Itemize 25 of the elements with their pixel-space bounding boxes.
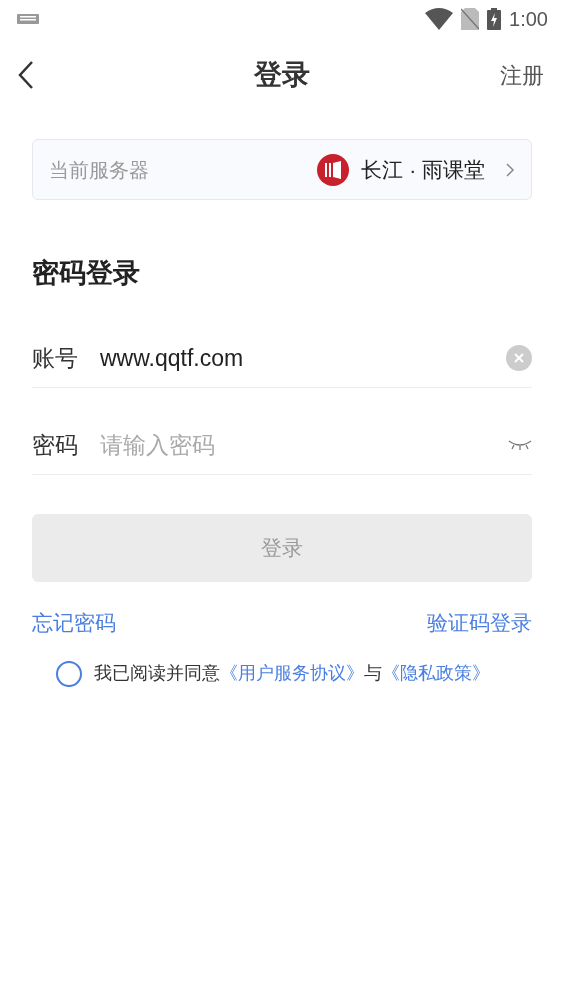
terms-link[interactable]: 《用户服务协议》 — [220, 663, 364, 683]
server-selector[interactable]: 当前服务器 长江 · 雨课堂 — [32, 139, 532, 200]
register-link[interactable]: 注册 — [500, 58, 544, 92]
battery-charging-icon — [487, 8, 502, 30]
field-label: 密码 — [32, 430, 79, 460]
back-icon[interactable] — [16, 60, 36, 90]
agreement-checkbox[interactable] — [56, 660, 82, 687]
code-login-link[interactable]: 验证码登录 — [427, 606, 532, 638]
password-field[interactable]: 请输入密码 — [100, 427, 508, 463]
no-sim-icon — [461, 8, 480, 30]
server-label: 当前服务器 — [49, 157, 149, 183]
wifi-icon — [425, 8, 454, 30]
account-field[interactable]: www.qqtf.com — [100, 340, 506, 376]
section-title: 密码登录 — [32, 257, 141, 290]
server-logo-icon — [317, 153, 350, 186]
forgot-password-link[interactable]: 忘记密码 — [32, 606, 116, 638]
eye-closed-icon[interactable] — [508, 439, 532, 451]
privacy-link[interactable]: 《隐私政策》 — [382, 663, 490, 683]
field-label: 账号 — [32, 343, 79, 373]
server-name: 长江 · 雨课堂 — [361, 156, 485, 183]
status-time: 1:00 — [509, 7, 548, 32]
page-title: 登录 — [254, 58, 310, 92]
chevron-right-icon — [505, 161, 515, 178]
agreement-text: 我已阅读并同意《用户服务协议》与《隐私政策》 — [94, 662, 490, 685]
keyboard-icon — [16, 13, 40, 25]
